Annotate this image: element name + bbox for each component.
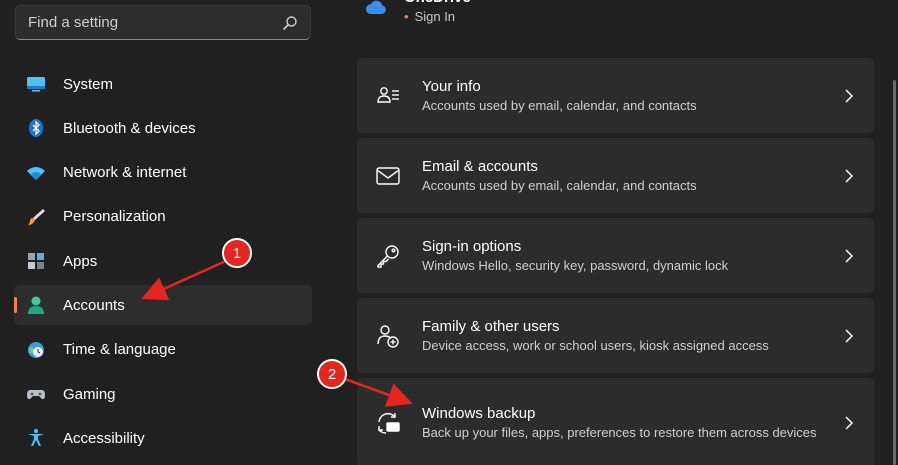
annotation-badge-1: 1 bbox=[222, 238, 252, 268]
annotation-arrow-2 bbox=[344, 377, 413, 407]
annotation-arrows bbox=[141, 258, 413, 407]
annotation-arrow-1 bbox=[141, 258, 229, 301]
annotation-badge-2: 2 bbox=[317, 359, 347, 389]
